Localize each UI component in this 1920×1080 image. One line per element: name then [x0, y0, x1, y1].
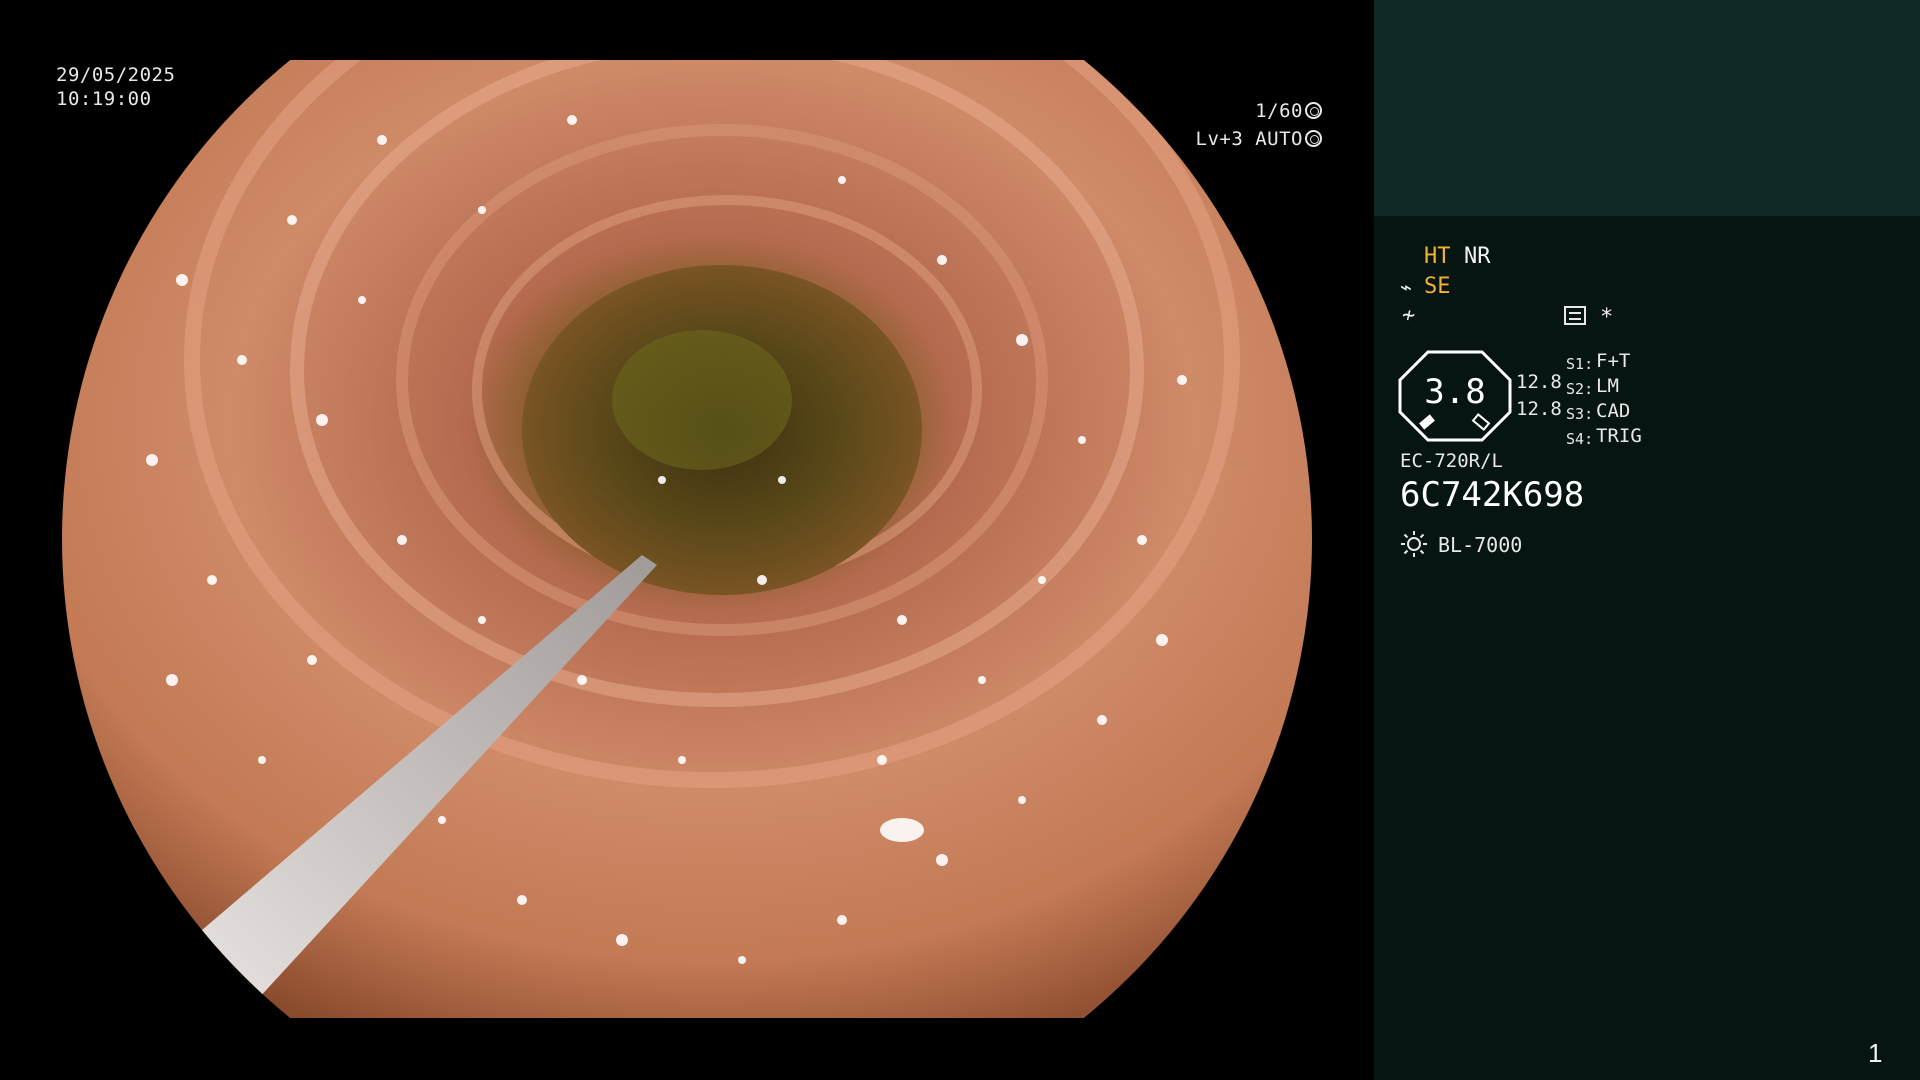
iris-icon [1305, 130, 1322, 147]
image-mode-icon [1564, 306, 1586, 325]
setting-value-s4: TRIG [1596, 425, 1642, 447]
se-indicator: SE [1424, 274, 1451, 299]
setting-key-s2: S2: [1566, 380, 1594, 398]
shutter-value: 1/60 [1255, 100, 1303, 122]
endoscope-view: 29/05/2025 10:19:00 1/60 Lv+3 AUTO [0, 0, 1374, 1080]
setting-value-s3: CAD [1596, 400, 1631, 422]
shutter-readout: 1/60 [1255, 99, 1322, 123]
light-source-icon [1401, 531, 1427, 557]
value-bottom: 12.8 [1516, 398, 1562, 420]
page-number: 1 [1868, 1038, 1883, 1068]
setting-key-s4: S4: [1566, 430, 1594, 448]
ht-indicator: HT [1424, 244, 1451, 269]
colon-lumen-image [62, 60, 1312, 1018]
nr-indicator: NR [1464, 244, 1491, 269]
scope-serial: 6C742K698 [1400, 475, 1585, 515]
scope-model: EC-720R/L [1400, 450, 1503, 472]
level-value: Lv+3 AUTO [1195, 128, 1303, 150]
brightness-level-readout: Lv+3 AUTO [1196, 127, 1322, 151]
setting-value-s2: LM [1596, 375, 1619, 397]
aperture-icon [1305, 102, 1322, 119]
info-panel-header [1374, 0, 1920, 216]
info-panel [1374, 216, 1920, 1080]
date-readout: 29/05/2025 [56, 64, 176, 86]
enhance-icon: ≁ [1402, 303, 1416, 328]
setting-key-s3: S3: [1566, 405, 1594, 423]
endoscopic-image [62, 60, 1312, 1018]
time-readout: 10:19:00 [56, 88, 152, 110]
structure-enhance-icon: ⌁ [1400, 275, 1413, 299]
light-source-label: BL-7000 [1438, 533, 1523, 557]
star-indicator: * [1600, 305, 1614, 330]
value-top: 12.8 [1516, 371, 1562, 393]
gauge-value: 3.8 [1424, 372, 1486, 412]
setting-value-s1: F+T [1596, 350, 1631, 372]
setting-key-s1: S1: [1566, 355, 1594, 373]
